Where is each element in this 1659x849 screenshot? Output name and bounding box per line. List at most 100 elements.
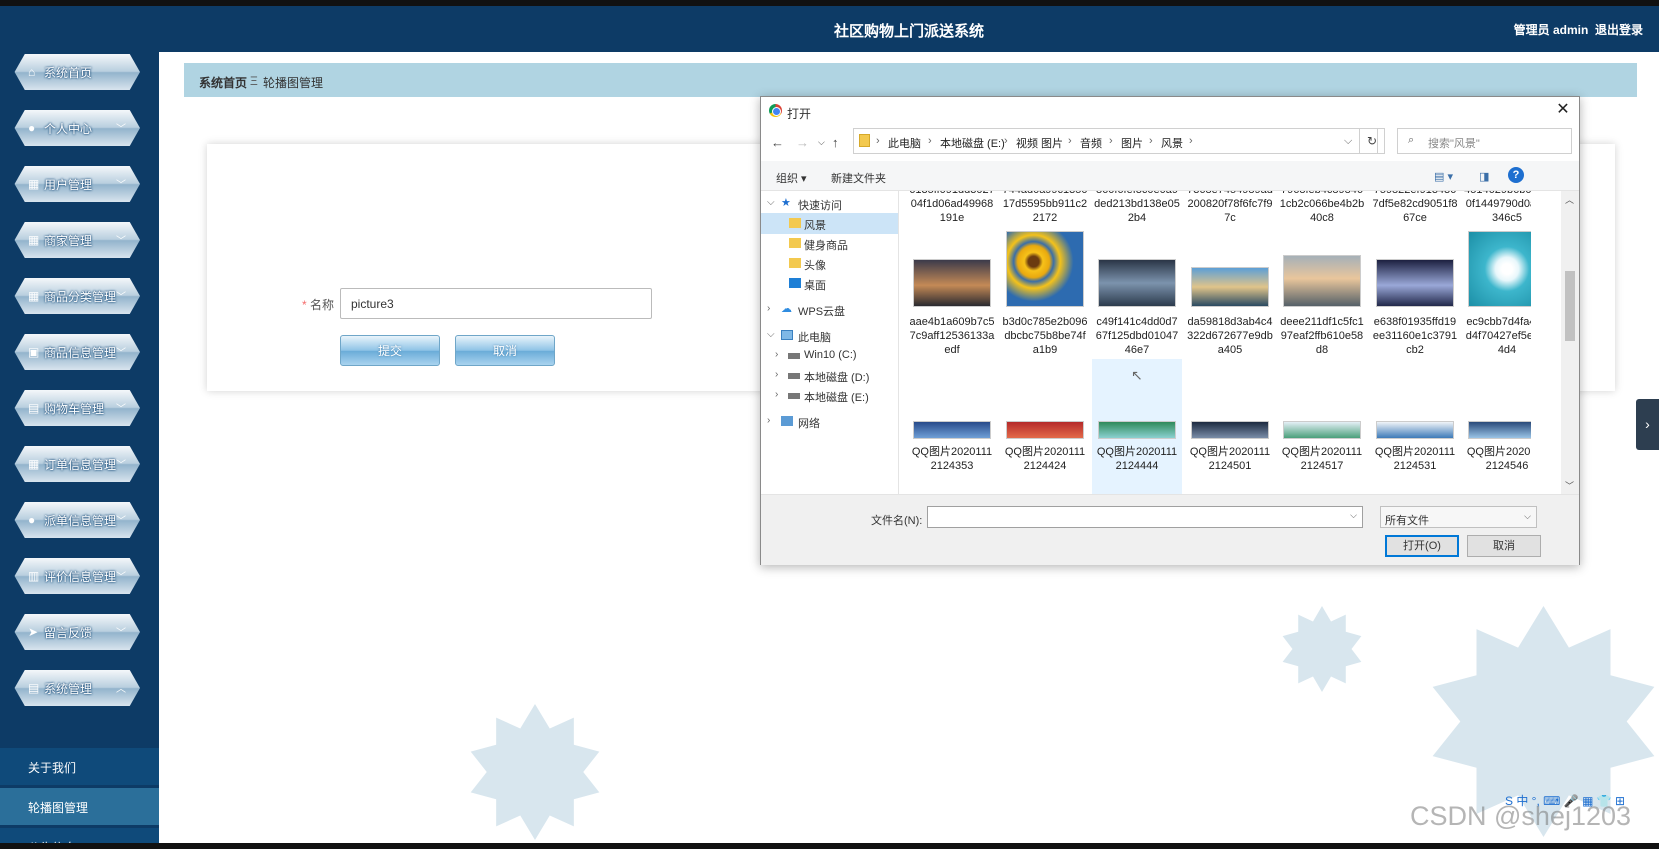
tree-folder[interactable]: 桌面	[761, 273, 898, 294]
view-options-icon[interactable]: ▤ ▾	[1434, 170, 1453, 183]
chevron-down-icon: ⌵	[1524, 511, 1531, 521]
file-item[interactable]: 759822ef913436 7df5e82cd9051f867ce	[1372, 191, 1458, 225]
tree-drive[interactable]: › 本地磁盘 (D:)	[761, 365, 898, 386]
sidebar-item-home[interactable]: ⌂ 系统首页	[0, 50, 150, 94]
sidebar-item-profile[interactable]: ● 个人中心 ﹀	[0, 106, 150, 150]
path-segment[interactable]: 本地磁盘 (E:)	[940, 135, 1005, 151]
filetype-select[interactable]: 所有文件 ⌵	[1380, 506, 1537, 528]
dialog-titlebar: 打开 ✕	[761, 97, 1579, 125]
path-segment[interactable]: 图片	[1121, 135, 1143, 151]
tree-folder[interactable]: 健身商品	[761, 233, 898, 254]
subitem-notice[interactable]: 公告信息	[0, 828, 159, 843]
tree-network[interactable]: › 网络	[761, 411, 898, 432]
submit-button[interactable]: 提交	[340, 335, 440, 366]
sidebar-item-products[interactable]: ▣ 商品信息管理 ﹀	[0, 330, 150, 374]
tree-drive[interactable]: › 本地磁盘 (E:)	[761, 385, 898, 406]
tree-quick-access[interactable]: ⌵ ★ 快速访问	[761, 193, 898, 214]
tree-drive[interactable]: › Win10 (C:)	[761, 345, 898, 366]
sidebar-item-reviews[interactable]: ▥ 评价信息管理 ﹀	[0, 554, 150, 598]
file-item[interactable]: 4514629b6b05390f1449790d0a0d346c5	[1464, 191, 1531, 225]
path-segment[interactable]: 音频	[1080, 135, 1102, 151]
breadcrumb: 系统首页 Ξ 轮播图管理	[184, 63, 1637, 97]
subitem-carousel[interactable]: 轮播图管理	[0, 788, 159, 825]
image-thumbnail	[1191, 421, 1269, 439]
file-item[interactable]: c49f141c4dd0d767f125dbd0104746e7	[1094, 315, 1180, 357]
image-thumbnail	[1283, 421, 1361, 439]
search-icon: ⌕	[1408, 134, 1415, 146]
help-icon[interactable]: ?	[1508, 167, 1524, 183]
drive-icon	[788, 393, 800, 399]
file-item[interactable]: 6135ff091dd302704f1d06ad49968191e	[909, 191, 995, 225]
close-icon[interactable]: ✕	[1553, 99, 1573, 119]
sidebar-item-orders[interactable]: ▦ 订单信息管理 ﹀	[0, 442, 150, 486]
chevron-down-icon: ﹀	[116, 460, 126, 471]
path-segment[interactable]: 风景	[1161, 135, 1183, 151]
file-item[interactable]: 744ad0a99c135017d5595bb911c22172	[1002, 191, 1088, 225]
subitem-about[interactable]: 关于我们	[0, 748, 159, 785]
path-segment[interactable]: 此电脑	[888, 135, 921, 151]
file-item[interactable]: 7368e7454989ad200820f78f6fc7f97c	[1187, 191, 1273, 225]
file-item[interactable]: QQ图片20201112124353	[909, 445, 995, 473]
file-item[interactable]: deee211df1c5fc197eaf2ffb610e58d8	[1279, 315, 1365, 357]
person-icon: ●	[28, 121, 36, 135]
drive-icon	[788, 373, 800, 379]
file-open-dialog: 打开 ✕ ← → ⌵ ↑ › 此电脑 › 本地磁盘 (E:) › 视频 图片 ›…	[760, 96, 1580, 565]
file-item[interactable]: QQ图片20201112124531	[1372, 445, 1458, 473]
file-item[interactable]: QQ图片20201112124517	[1279, 445, 1365, 473]
admin-label: 管理员 admin	[1513, 23, 1589, 37]
image-thumbnail	[1006, 421, 1084, 439]
file-grid-scrollbar[interactable]: ︿ ﹀	[1561, 191, 1579, 494]
path-segment[interactable]: 视频 图片	[1016, 135, 1063, 151]
tree-folder[interactable]: 头像	[761, 253, 898, 274]
chevron-down-icon: ﹀	[116, 292, 126, 303]
search-input[interactable]: ⌕ 搜索"风景"	[1397, 128, 1572, 154]
address-bar[interactable]: › 此电脑 › 本地磁盘 (E:) › 视频 图片 › 音频 › 图片 › 风景…	[853, 128, 1378, 154]
sidebar-item-dispatch[interactable]: ● 派单信息管理 ﹀	[0, 498, 150, 542]
recent-dropdown-icon[interactable]: ⌵	[818, 137, 825, 148]
computer-icon	[781, 330, 793, 340]
expand-panel-button[interactable]: ›	[1636, 399, 1659, 450]
refresh-icon[interactable]: ↻	[1359, 128, 1385, 154]
forward-arrow-icon[interactable]: →	[796, 135, 809, 150]
cancel-button[interactable]: 取消	[455, 335, 555, 366]
file-item[interactable]: 860f6fef3c0e0a9ded213bd138e052b4	[1094, 191, 1180, 225]
open-button[interactable]: 打开(O)	[1385, 535, 1459, 557]
sidebar-item-cart[interactable]: ▤ 购物车管理 ﹀	[0, 386, 150, 430]
file-item[interactable]: e638f01935ffd19ee31160e1c3791cb2	[1372, 315, 1458, 357]
sidebar-item-users[interactable]: ▦ 用户管理 ﹀	[0, 162, 150, 206]
file-item[interactable]: aae4b1a609b7c57c9aff12536133aedf	[909, 315, 995, 357]
breadcrumb-home[interactable]: 系统首页	[199, 74, 247, 91]
file-item[interactable]: QQ图片20201112124501	[1187, 445, 1273, 473]
file-item[interactable]: QQ图片20201112124546	[1464, 445, 1531, 473]
file-item[interactable]: da59818d3ab4c4322d672677e9dba405	[1187, 315, 1273, 357]
tree-folder[interactable]: 风景	[761, 213, 898, 234]
image-thumbnail	[1098, 259, 1176, 307]
filename-input[interactable]: ⌵	[927, 506, 1363, 528]
ime-toolbar[interactable]: S 中 °, ⌨ 🎤 ▦ 👕 ⊞	[1505, 792, 1655, 810]
file-item[interactable]: 7968feb4c898461cb2c066be4b2b40c8	[1279, 191, 1365, 225]
name-input[interactable]	[340, 288, 652, 319]
file-item[interactable]: QQ图片20201112124424	[1002, 445, 1088, 473]
book-icon: ▥	[28, 569, 40, 583]
tree-this-pc[interactable]: ⌵ 此电脑	[761, 325, 898, 346]
bottom-frame-bar	[0, 843, 1659, 849]
organize-button[interactable]: 组织 ▾	[776, 170, 807, 186]
logout-link[interactable]: 退出登录	[1595, 23, 1643, 37]
sidebar-item-system[interactable]: ▤ 系统管理 ︿	[0, 666, 150, 710]
sidebar-item-merchants[interactable]: ▦ 商家管理 ﹀	[0, 218, 150, 262]
dialog-cancel-button[interactable]: 取消	[1467, 535, 1541, 557]
tree-wps[interactable]: › ☁ WPS云盘	[761, 299, 898, 320]
up-arrow-icon[interactable]: ↑	[832, 135, 839, 150]
image-thumbnail	[1468, 421, 1531, 439]
file-item[interactable]: QQ图片20201112124444	[1094, 445, 1180, 473]
file-item[interactable]: b3d0c785e2b096dbcbc75b8be74fa1b9	[1002, 315, 1088, 357]
image-thumbnail	[1376, 259, 1454, 307]
file-item[interactable]: ec9cbb7d4fa4edd4f70427ef5e55f4d4	[1464, 315, 1531, 357]
sidebar-item-feedback[interactable]: ➤ 留言反馈 ﹀	[0, 610, 150, 654]
grid-icon: ▦	[28, 457, 40, 471]
back-arrow-icon[interactable]: ←	[771, 135, 784, 150]
preview-pane-icon[interactable]: ◨	[1479, 170, 1489, 183]
sidebar-item-categories[interactable]: ▦ 商品分类管理 ﹀	[0, 274, 150, 318]
chevron-down-icon[interactable]: ⌵	[1344, 135, 1352, 148]
new-folder-button[interactable]: 新建文件夹	[831, 170, 886, 186]
